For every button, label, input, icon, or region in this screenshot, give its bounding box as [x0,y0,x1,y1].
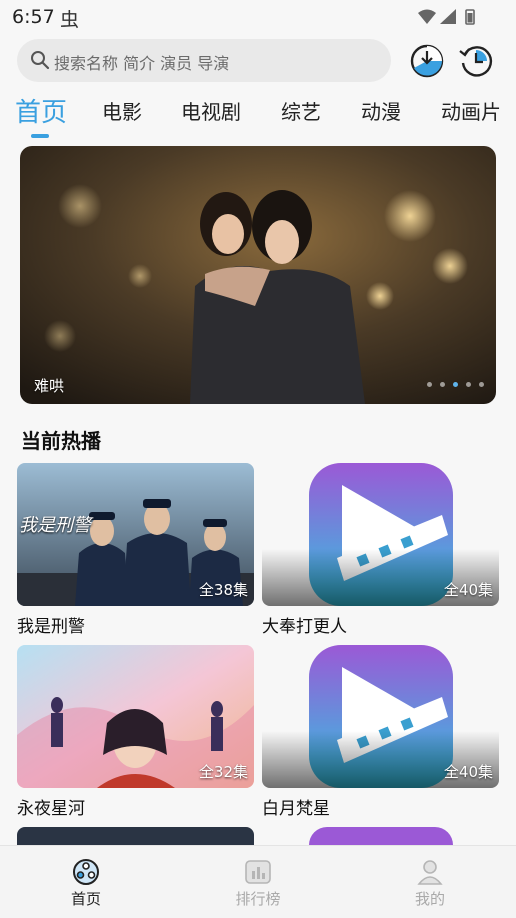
card-thumbnail[interactable]: 全40集 [262,645,499,788]
status-bar: 6:57 虫 [0,0,516,34]
card-thumbnail[interactable]: 全40集 [262,463,499,606]
media-card[interactable]: 全32集 永夜星河 [17,645,254,819]
active-tab-indicator [31,134,49,138]
media-card[interactable]: 全40集 白月梵星 [262,645,499,819]
card-title[interactable]: 白月梵星 [262,794,499,819]
episode-count: 全40集 [443,763,493,781]
tab-anime[interactable]: 动漫 [361,96,401,125]
search-icon [31,51,50,70]
card-thumbnail[interactable]: 我是刑警 全38集 [17,463,254,606]
bottom-navigation: 首页 排行榜 我的 [0,845,516,918]
download-button[interactable] [408,42,446,80]
media-card-partial[interactable] [17,827,254,845]
poster-text: 我是刑警 [19,515,91,536]
carousel-dot-active[interactable] [453,382,458,387]
media-card[interactable]: 全40集 大奉打更人 [262,463,499,637]
card-thumbnail[interactable]: 全32集 [17,645,254,788]
nav-home[interactable]: 首页 [46,858,126,909]
media-card[interactable]: 我是刑警 全38集 我是刑警 [17,463,254,637]
profile-icon [417,860,443,885]
nav-profile[interactable]: 我的 [390,858,470,909]
tab-home[interactable]: 首页 [15,92,67,129]
card-title[interactable]: 大奉打更人 [262,612,499,637]
tab-tv-series[interactable]: 电视剧 [181,96,241,125]
media-card-partial[interactable] [309,827,453,845]
carousel-dots [427,382,484,387]
nav-profile-label: 我的 [414,890,445,908]
nav-home-label: 首页 [70,890,101,908]
history-button[interactable] [457,42,495,80]
tab-movies[interactable]: 电影 [102,96,142,125]
signal-icon [440,9,456,24]
tab-variety[interactable]: 综艺 [281,96,321,125]
card-title[interactable]: 我是刑警 [17,612,254,637]
tab-cartoon[interactable]: 动画片 [441,96,501,125]
film-reel-icon [73,859,99,885]
carousel-dot[interactable] [427,382,432,387]
episode-count: 全38集 [198,581,248,599]
banner-caption: 难哄 [34,377,65,395]
nav-ranking-label: 排行榜 [235,890,281,908]
notification-icon: 虫 [60,9,80,31]
chart-icon [245,860,271,884]
section-title-now-playing: 当前热播 [21,429,101,453]
carousel-dot[interactable] [466,382,471,387]
card-title[interactable]: 永夜星河 [17,794,254,819]
search-bar[interactable]: 搜索名称 简介 演员 导演 [17,39,391,82]
status-icons [418,9,475,25]
search-placeholder: 搜索名称 简介 演员 导演 [54,54,230,73]
carousel-dot[interactable] [440,382,445,387]
wifi-icon [418,9,436,24]
banner-image [20,146,496,404]
episode-count: 全40集 [443,581,493,599]
carousel-dot[interactable] [479,382,484,387]
nav-ranking[interactable]: 排行榜 [218,858,298,909]
hero-banner[interactable]: 难哄 [20,146,496,404]
status-time: 6:57 [12,6,55,28]
episode-count: 全32集 [198,763,248,781]
